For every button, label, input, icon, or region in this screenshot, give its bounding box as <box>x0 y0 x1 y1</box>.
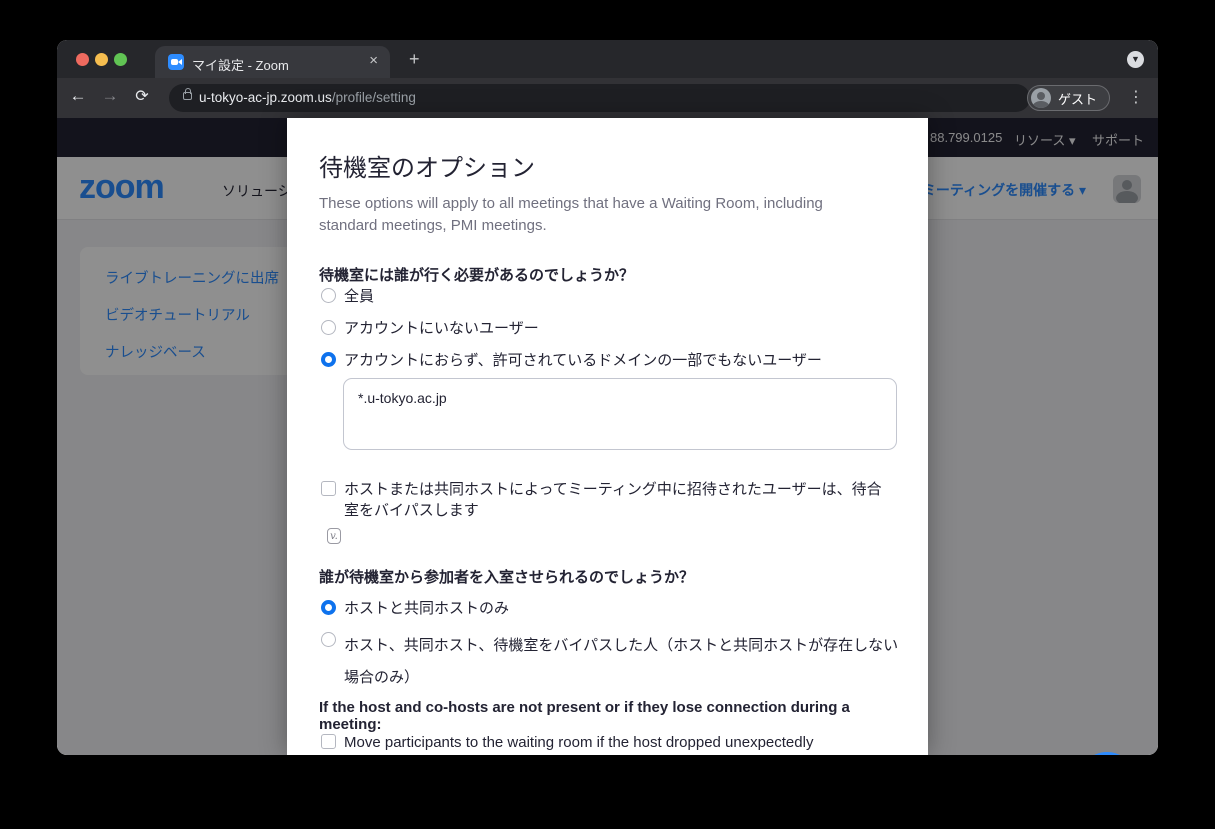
browser-window: マイ設定 - Zoom × + ▼ ← → ⟳ u-tokyo-ac-jp.zo… <box>57 40 1158 755</box>
tab-title: マイ設定 - Zoom <box>192 55 289 74</box>
reload-icon[interactable]: ⟳ <box>130 86 154 106</box>
guest-avatar-icon <box>1031 88 1051 108</box>
bypass-waiting-room-checkbox[interactable] <box>321 481 336 496</box>
address-bar[interactable]: u-tokyo-ac-jp.zoom.us/profile/setting <box>169 84 1030 112</box>
url-text[interactable]: u-tokyo-ac-jp.zoom.us/profile/setting <box>199 90 416 105</box>
radio-host-cohosts-only-label[interactable]: ホストと共同ホストのみ <box>344 598 509 619</box>
radio-host-cohosts-bypassers-label[interactable]: ホスト、共同ホスト、待機室をバイパスした人（ホストと共同ホストが存在しない場合の… <box>344 630 902 694</box>
minimize-window-button[interactable] <box>95 53 108 66</box>
lock-icon <box>183 92 192 100</box>
radio-users-not-in-allowed-domains[interactable] <box>321 352 336 367</box>
close-window-button[interactable] <box>76 53 89 66</box>
question-who-can-admit: 誰が待機室から参加者を入室させられるのでしょうか？ <box>319 566 889 587</box>
radio-users-not-in-account-label[interactable]: アカウントにいないユーザー <box>344 318 539 339</box>
browser-tab[interactable]: マイ設定 - Zoom × <box>155 46 390 78</box>
host-absent-heading: If the host and co-hosts are not present… <box>319 699 889 733</box>
radio-everyone-label[interactable]: 全員 <box>344 286 374 307</box>
radio-everyone[interactable] <box>321 288 336 303</box>
maximize-window-button[interactable] <box>114 53 127 66</box>
move-to-waiting-room-label[interactable]: Move participants to the waiting room if… <box>344 732 904 753</box>
waiting-room-options-dialog: 待機室のオプション These options will apply to al… <box>287 118 928 755</box>
radio-host-cohosts-only[interactable] <box>321 600 336 615</box>
guest-label: ゲスト <box>1058 89 1097 108</box>
browser-toolbar: ← → ⟳ u-tokyo-ac-jp.zoom.us/profile/sett… <box>57 78 1158 118</box>
broken-image-icon: v. <box>327 528 341 544</box>
forward-icon[interactable]: → <box>98 86 122 106</box>
allowed-domains-input[interactable]: *.u-tokyo.ac.jp <box>343 378 897 450</box>
dialog-title: 待機室のオプション <box>319 148 535 183</box>
tab-search-icon[interactable]: ▼ <box>1127 51 1144 68</box>
close-tab-icon[interactable]: × <box>369 52 378 69</box>
profile-chip[interactable]: ゲスト <box>1027 85 1110 111</box>
move-to-waiting-room-checkbox[interactable] <box>321 734 336 749</box>
tab-strip: マイ設定 - Zoom × + ▼ <box>57 40 1158 78</box>
zoom-favicon-icon <box>168 54 184 70</box>
bypass-waiting-room-label[interactable]: ホストまたは共同ホストによってミーティング中に招待されたユーザーは、待合室をバイ… <box>344 479 896 521</box>
page-content: 88.799.0125 リソース ▾ サポート zoom ソリューショ ミーティ… <box>57 118 1158 755</box>
back-icon[interactable]: ← <box>66 86 90 106</box>
dialog-description: These options will apply to all meetings… <box>319 193 859 237</box>
new-tab-button[interactable]: + <box>409 49 420 69</box>
question-who-goes-to-waiting-room: 待機室には誰が行く必要があるのでしょうか？ <box>319 264 889 285</box>
radio-users-not-in-account[interactable] <box>321 320 336 335</box>
radio-users-not-in-allowed-domains-label[interactable]: アカウントにおらず、許可されているドメインの一部でもないユーザー <box>344 350 822 371</box>
radio-host-cohosts-bypassers[interactable] <box>321 632 336 647</box>
browser-menu-icon[interactable]: ⋮ <box>1128 87 1144 107</box>
